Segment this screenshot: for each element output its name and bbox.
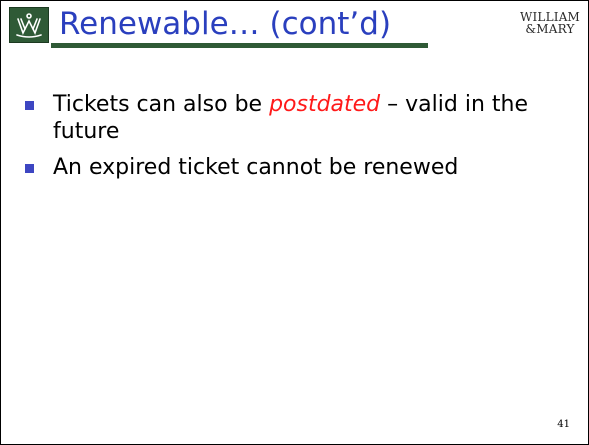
square-bullet-icon	[25, 164, 34, 173]
slide: Renewable… (cont’d) WILLIAM &MARY Ticket…	[0, 0, 589, 445]
bullet-item: Tickets can also be postdated – valid in…	[23, 91, 563, 145]
william-mary-wordmark: WILLIAM &MARY	[519, 11, 581, 35]
title-underline	[51, 43, 428, 48]
bullet-item: An expired ticket cannot be renewed	[23, 154, 563, 181]
wordmark-line-2: &MARY	[525, 22, 575, 36]
slide-title: Renewable… (cont’d)	[59, 6, 392, 42]
bullet-list: Tickets can also be postdated – valid in…	[23, 91, 563, 190]
square-bullet-icon	[25, 101, 34, 110]
crest-icon	[9, 7, 49, 43]
bullet-emphasis: postdated	[269, 92, 381, 117]
bullet-text: An expired ticket cannot be renewed	[53, 155, 459, 180]
slide-header: Renewable… (cont’d) WILLIAM &MARY	[1, 1, 588, 49]
crest-glyph	[16, 13, 42, 38]
page-number: 41	[557, 419, 570, 430]
bullet-text-lead: Tickets can also be	[53, 92, 270, 117]
